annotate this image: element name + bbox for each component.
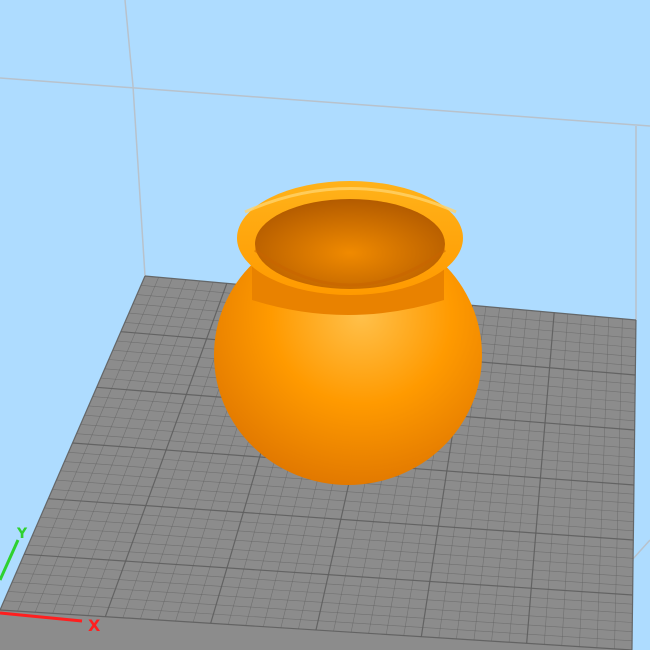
3d-viewport[interactable]: X Y — [0, 0, 650, 650]
x-axis-label: X — [88, 616, 101, 635]
y-axis-label: Y — [16, 526, 28, 542]
scene[interactable]: X Y — [0, 0, 650, 650]
vase-opening — [255, 199, 445, 289]
vase-model[interactable] — [214, 181, 482, 485]
